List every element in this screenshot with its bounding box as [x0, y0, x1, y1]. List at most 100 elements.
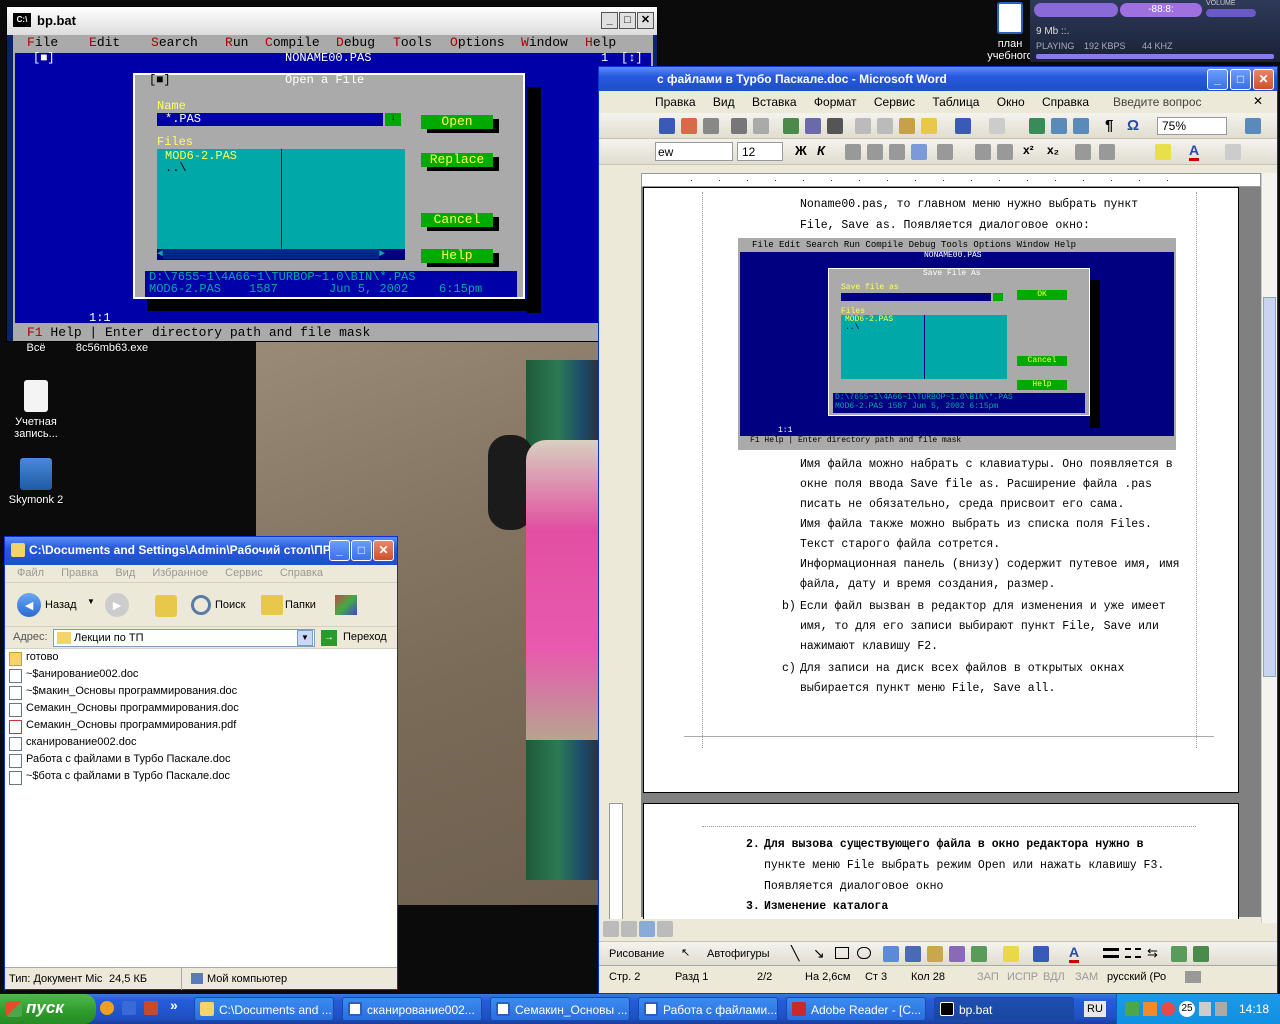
dash-style-icon[interactable] — [1125, 948, 1141, 958]
oval-icon[interactable] — [857, 947, 871, 959]
menu-help[interactable]: Справка — [280, 567, 323, 579]
close-button[interactable]: ✕ — [373, 540, 394, 561]
volume-slider[interactable] — [1206, 9, 1256, 17]
close-doc-icon[interactable]: ✕ — [1253, 94, 1263, 108]
history-down-icon[interactable]: ↓ — [385, 113, 401, 126]
insert-table-icon[interactable] — [1073, 118, 1089, 134]
textbox-icon[interactable] — [883, 946, 899, 962]
tray-icon[interactable] — [1199, 1002, 1211, 1016]
font-size-select[interactable]: 12 — [737, 142, 783, 161]
minimize-button[interactable]: _ — [1207, 69, 1228, 90]
bold-icon[interactable]: Ж — [795, 143, 807, 158]
close-button[interactable]: ✕ — [1253, 69, 1274, 90]
hyperlink-icon[interactable] — [1029, 118, 1045, 134]
menu-insert[interactable]: Вставка — [752, 95, 797, 109]
print-view-icon[interactable] — [639, 921, 655, 937]
back-dropdown-icon[interactable]: ▼ — [87, 597, 95, 606]
highlight-icon[interactable] — [1155, 144, 1171, 160]
folders-label[interactable]: Папки — [285, 599, 316, 611]
views-icon[interactable] — [335, 595, 357, 615]
font-name-select[interactable]: ew — [655, 142, 733, 161]
tray-badge[interactable]: 25 — [1179, 1001, 1195, 1017]
page-1[interactable]: Noname00.pas, то главном меню нужно выбр… — [643, 187, 1239, 793]
quicklaunch-icon[interactable] — [100, 1001, 114, 1015]
desktop-icon-exe[interactable]: 8c56mb63.exe — [72, 342, 152, 354]
editor-zoom-box[interactable]: [↕] — [621, 51, 643, 65]
open-button[interactable]: Open — [421, 115, 493, 129]
rectangle-icon[interactable] — [835, 947, 849, 959]
editor-close-box[interactable]: [■] — [33, 51, 55, 65]
outside-border-icon[interactable] — [1099, 144, 1115, 160]
dos-menu-search[interactable]: Search — [151, 35, 225, 50]
menu-format[interactable]: Формат — [814, 95, 857, 109]
cut-icon[interactable] — [855, 118, 871, 134]
font-color-icon[interactable]: A — [1189, 142, 1200, 161]
spelling-icon[interactable] — [783, 118, 799, 134]
chart-icon[interactable] — [1225, 144, 1241, 160]
dos-menu-options[interactable]: Options — [450, 35, 521, 50]
wordart-icon[interactable] — [905, 946, 921, 962]
picture-icon[interactable] — [971, 946, 987, 962]
horizontal-scrollbar[interactable] — [599, 919, 1261, 939]
subscript-icon[interactable]: x₂ — [1047, 143, 1059, 157]
status-rec[interactable]: ЗАП — [977, 971, 999, 983]
maximize-button[interactable]: □ — [1230, 69, 1251, 90]
menu-window[interactable]: Окно — [997, 95, 1025, 109]
start-button[interactable]: пуск — [0, 994, 96, 1024]
dos-menu-run[interactable]: Run — [225, 35, 265, 50]
menu-tools[interactable]: Сервис — [874, 95, 915, 109]
menu-view[interactable]: Вид — [713, 95, 735, 109]
list-item[interactable]: Работа с файлами в Турбо Паскале.doc — [9, 753, 231, 770]
shadow-icon[interactable] — [1171, 946, 1187, 962]
menu-favorites[interactable]: Избранное — [152, 567, 208, 579]
quicklaunch-icon[interactable] — [122, 1001, 136, 1015]
status-ext[interactable]: ВДЛ — [1043, 971, 1065, 983]
select-pointer-icon[interactable]: ↖ — [681, 946, 690, 959]
paste-icon[interactable] — [899, 118, 915, 134]
arrow-style-icon[interactable]: ⇆ — [1147, 945, 1158, 961]
files-list[interactable]: MOD6-2.PAS ..\ — [157, 149, 405, 249]
back-label[interactable]: Назад — [45, 599, 77, 611]
maximize-button[interactable]: □ — [351, 540, 372, 561]
media-controls[interactable] — [1034, 3, 1118, 17]
minimize-button[interactable]: _ — [329, 540, 350, 561]
menu-tools[interactable]: Сервис — [225, 567, 263, 579]
list-item[interactable]: Семакин_Основы программирования.pdf — [9, 719, 236, 736]
maximize-button[interactable]: □ — [619, 12, 636, 29]
clock[interactable]: 14:18 — [1239, 1002, 1269, 1016]
zoom-select[interactable]: 75% — [1157, 117, 1227, 135]
files-scrollbar[interactable]: ◄▒▒▒▒▒▒▒▒▒▒▒▒▒▒▒▒▒▒▒▒▒▒▒▒▒▒▒▒▒▒▒▒▒▒▒▒► — [157, 249, 405, 260]
forward-arrow-icon[interactable]: ► — [105, 593, 129, 617]
dos-title-bar[interactable]: C:\ bp.bat _ □ ✕ — [7, 7, 657, 35]
3d-icon[interactable] — [1193, 946, 1209, 962]
line-style-icon[interactable] — [1103, 948, 1119, 958]
scroll-thumb[interactable] — [1263, 297, 1276, 677]
help-question-input[interactable]: Введите вопрос — [1113, 95, 1202, 109]
task-work-doc[interactable]: Работа с файлами... — [638, 997, 778, 1021]
autoshapes-menu[interactable]: Автофигуры — [707, 948, 770, 960]
status-trk[interactable]: ИСПР — [1007, 971, 1038, 983]
dos-menu-debug[interactable]: Debug — [336, 35, 393, 50]
minimize-button[interactable]: _ — [601, 12, 618, 29]
list-item[interactable]: Семакин_Основы программирования.doc — [9, 702, 239, 719]
save-icon[interactable] — [659, 118, 675, 134]
task-semakin-doc[interactable]: Семакин_Основы ... — [490, 997, 630, 1021]
redo-icon[interactable] — [989, 118, 1005, 134]
list-item[interactable]: ~$анирование002.doc — [9, 668, 138, 685]
research-icon[interactable] — [805, 118, 821, 134]
justify-icon[interactable] — [911, 144, 927, 160]
drawing-menu[interactable]: Рисование — [609, 948, 664, 960]
search-icon[interactable] — [191, 595, 211, 615]
menu-edit[interactable]: Правка — [61, 567, 98, 579]
borders-icon[interactable] — [1075, 144, 1091, 160]
menu-table[interactable]: Таблица — [932, 95, 979, 109]
search-label[interactable]: Поиск — [215, 599, 245, 611]
language-indicator[interactable]: RU — [1084, 1001, 1106, 1017]
dos-menu-tools[interactable]: Tools — [393, 35, 450, 50]
task-adobe[interactable]: Adobe Reader - [C... — [786, 997, 926, 1021]
status-ovr[interactable]: ЗАМ — [1075, 971, 1098, 983]
align-left-icon[interactable] — [845, 144, 861, 160]
menu-help[interactable]: Справка — [1042, 95, 1089, 109]
font-color-icon[interactable]: A — [1069, 944, 1080, 963]
volume-icon[interactable] — [1215, 1002, 1227, 1016]
